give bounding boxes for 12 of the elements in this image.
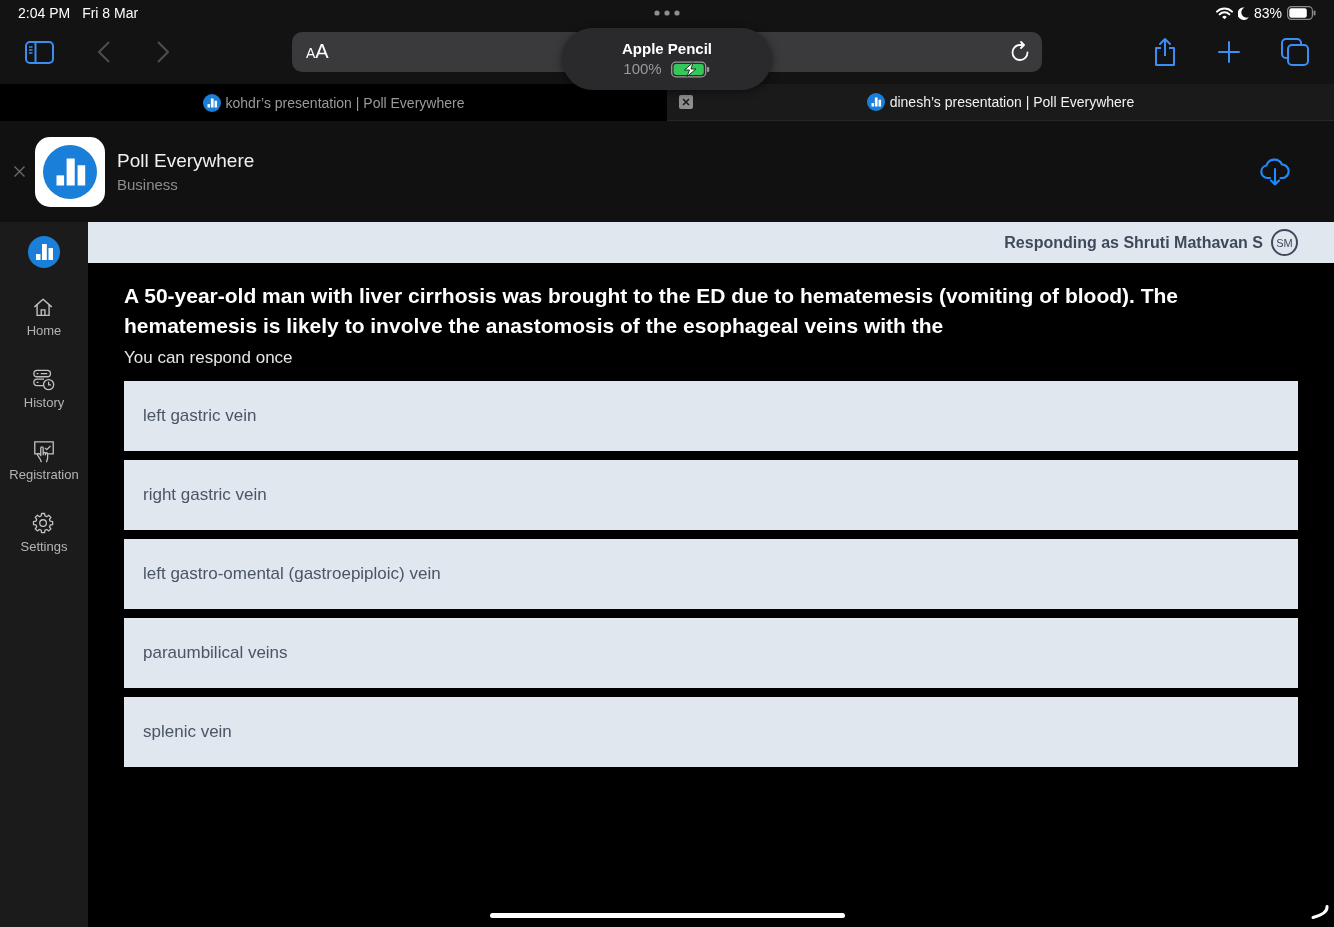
pencil-battery-percentage: 100% <box>623 60 662 78</box>
app-name: Poll Everywhere <box>117 148 255 173</box>
battery-percentage: 83% <box>1253 5 1282 21</box>
pencil-title: Apple Pencil <box>622 40 712 58</box>
response-note: You can respond once <box>124 347 294 369</box>
status-date: Fri 8 Mar <box>82 5 139 21</box>
status-time: 2:04 PM <box>18 5 71 21</box>
app-category: Business <box>117 174 179 195</box>
tab-title: kohdr’s presentation | Poll Everywhere <box>225 94 465 111</box>
tab-title: dinesh’s presentation | Poll Everywhere <box>889 94 1135 110</box>
responding-as-text: Responding as Shruti Mathavan S <box>1004 233 1263 252</box>
question-text: A 50-year-old man with liver cirrhosis was brought to the ED due to hematemesis (vomiting of blood). The hematemesis is likely to involve the anastomosis of the esophageal veins with the <box>124 283 1180 339</box>
